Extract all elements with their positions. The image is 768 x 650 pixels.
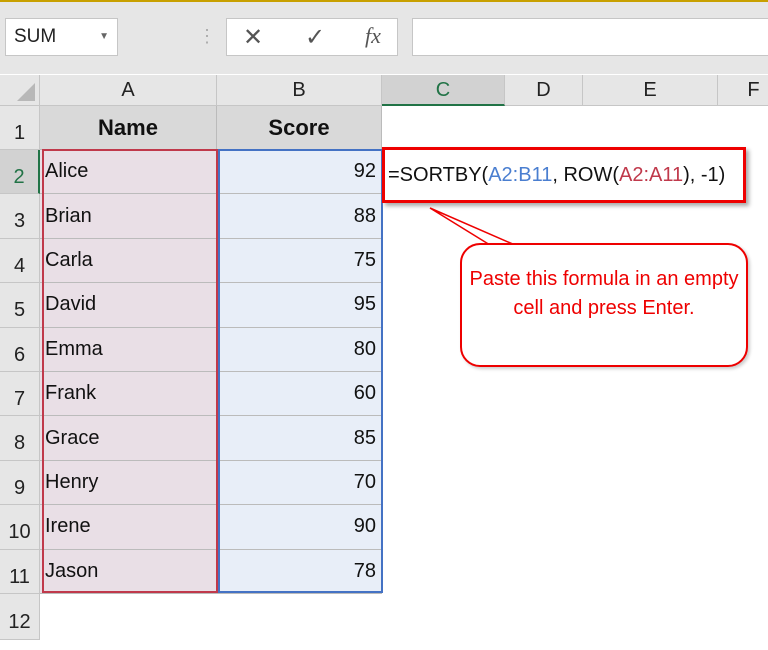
formula-cell-c2[interactable]: =SORTBY(A2:B11, ROW(A2:A11), -1) — [382, 147, 746, 203]
formula-func: =SORTBY( — [388, 164, 489, 186]
column-header-e[interactable]: E — [583, 75, 718, 106]
name-cell[interactable]: Irene — [40, 505, 217, 550]
name-cell[interactable]: Emma — [40, 327, 217, 372]
column-header-b[interactable]: B — [217, 75, 382, 106]
column-header-c[interactable]: C — [382, 75, 505, 106]
row-header-11[interactable]: 11 — [0, 549, 40, 594]
name-cell[interactable]: Grace — [40, 416, 217, 461]
column-header-d[interactable]: D — [505, 75, 583, 106]
row-header-3[interactable]: 3 — [0, 194, 40, 239]
score-cell[interactable]: 70 — [217, 460, 382, 506]
name-box[interactable]: SUM ▼ — [5, 18, 118, 56]
chevron-down-icon[interactable]: ▼ — [99, 19, 109, 55]
column-header-a[interactable]: A — [40, 75, 217, 106]
row-header-6[interactable]: 6 — [0, 327, 40, 372]
formula-ref-row: A2:A11 — [619, 164, 684, 186]
name-cell[interactable]: Carla — [40, 238, 217, 284]
column-header-f[interactable]: F — [718, 75, 768, 106]
row-header-8[interactable]: 8 — [0, 416, 40, 461]
name-cell[interactable]: Alice — [40, 150, 217, 195]
score-cell[interactable]: 92 — [217, 150, 382, 195]
row-header-10[interactable]: 10 — [0, 505, 40, 550]
callout-text: Paste this formula in an empty cell and … — [469, 268, 739, 319]
row-header-2[interactable]: 2 — [0, 150, 40, 195]
row-header-4[interactable]: 4 — [0, 238, 40, 284]
score-cell[interactable]: 75 — [217, 238, 382, 284]
name-cell[interactable]: Brian — [40, 194, 217, 239]
row-header-1[interactable]: 1 — [0, 106, 40, 150]
name-cell[interactable]: Frank — [40, 372, 217, 417]
score-cell[interactable]: 78 — [217, 549, 382, 594]
score-cell[interactable]: 80 — [217, 327, 382, 372]
header-score[interactable]: Score — [217, 106, 382, 150]
score-cell[interactable]: 88 — [217, 194, 382, 239]
name-cell[interactable]: Jason — [40, 549, 217, 594]
score-cell[interactable]: 95 — [217, 283, 382, 328]
row-header-7[interactable]: 7 — [0, 372, 40, 417]
formula-input[interactable] — [412, 18, 768, 56]
cancel-icon[interactable]: ✕ — [243, 23, 263, 52]
insert-function-icon[interactable]: fx — [365, 23, 381, 49]
select-all-button[interactable] — [0, 75, 40, 106]
enter-check-icon[interactable]: ✓ — [305, 23, 325, 52]
drag-handle-icon[interactable]: ⋮ — [198, 26, 216, 47]
score-cell[interactable]: 60 — [217, 372, 382, 417]
score-cell[interactable]: 90 — [217, 505, 382, 550]
row-header-5[interactable]: 5 — [0, 283, 40, 328]
header-name[interactable]: Name — [40, 106, 217, 150]
name-cell[interactable]: David — [40, 283, 217, 328]
callout-note: Paste this formula in an empty cell and … — [460, 243, 748, 367]
name-box-value: SUM — [14, 26, 57, 47]
score-cell[interactable]: 85 — [217, 416, 382, 461]
row-header-12[interactable]: 12 — [0, 594, 40, 640]
formula-buttons: ✕ ✓ fx — [226, 18, 398, 56]
name-cell[interactable]: Henry — [40, 460, 217, 506]
formula-row-func: , ROW( — [552, 164, 619, 186]
formula-ref-range: A2:B11 — [488, 164, 553, 186]
row-header-9[interactable]: 9 — [0, 460, 40, 506]
formula-tail: ), -1) — [683, 164, 726, 186]
